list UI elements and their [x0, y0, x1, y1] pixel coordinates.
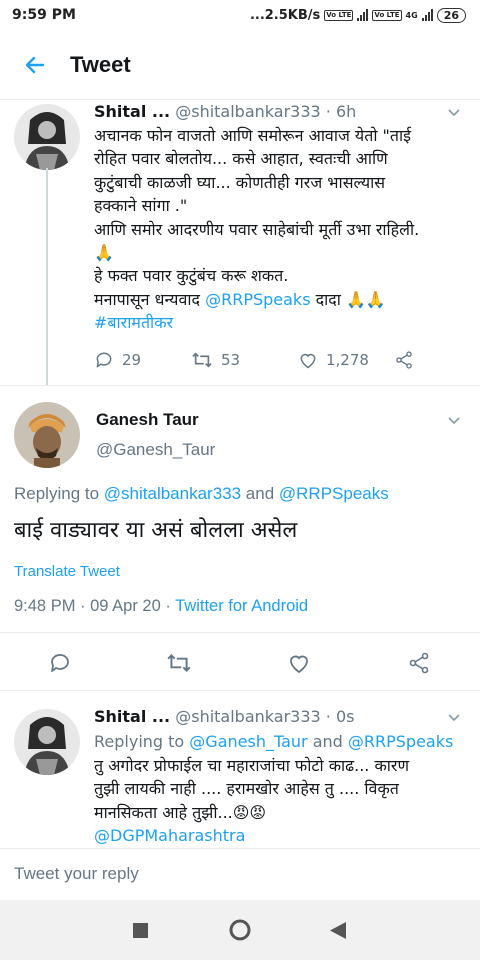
tweet-menu-button[interactable] — [446, 709, 462, 729]
heart-icon — [290, 655, 308, 674]
tweet-line: तुझी लायकी नाही .... हरामखोर आहेस तु ...… — [94, 779, 399, 799]
status-time: 9:59 PM — [12, 7, 76, 23]
tweet-time: · 6h — [325, 102, 357, 121]
mention-link[interactable]: @RRPSpeaks — [279, 484, 389, 503]
translate-tweet-link[interactable]: Translate Tweet — [14, 563, 120, 580]
tweet-menu-button[interactable] — [446, 104, 462, 124]
tweet-line: मनापासून धन्यवाद @RRPSpeaks दादा 🙏🙏 — [94, 289, 386, 309]
page-title: Tweet — [70, 51, 131, 77]
mention-link[interactable]: @shitalbankar333 — [104, 484, 241, 503]
tweet-text: अचानक फोन वाजतो आणि समोरून आवाज येतो "ता… — [94, 124, 470, 335]
volte-icon: Vo LTE — [324, 9, 354, 21]
like-button[interactable]: 1,278 — [298, 350, 394, 370]
heart-icon — [300, 353, 316, 369]
back-button[interactable] — [0, 53, 70, 77]
tweet-header: Shital ... @shitalbankar333 · 0s — [94, 707, 354, 726]
tweet-line: तु अगोदर प्रोफाईल चा महाराजांचा फोटो काढ… — [94, 756, 410, 775]
tweet-menu-button[interactable] — [446, 412, 462, 432]
share-button[interactable] — [394, 350, 414, 370]
triangle-back-icon — [330, 922, 346, 939]
tweet-line: अचानक फोन वाजतो आणि समोरून आवाज येतो "ता… — [94, 126, 412, 145]
author-handle[interactable]: @shitalbankar333 — [175, 707, 320, 726]
mention-link[interactable]: @RRPSpeaks — [205, 290, 310, 309]
network-speed: ...2.5KB/s — [249, 7, 321, 23]
retweet-icon — [192, 352, 212, 368]
tweet-time: · 0s — [325, 707, 355, 726]
focused-tweet: Ganesh Taur @Ganesh_Taur Replying to @sh… — [0, 385, 480, 691]
reply-icon — [96, 352, 112, 368]
source-link[interactable]: Twitter for Android — [175, 597, 308, 615]
mention-link[interactable]: @DGPMaharashtra — [94, 824, 470, 847]
tweet-line: 🙏 — [94, 243, 114, 263]
tweet-actions: 29 53 1,278 — [94, 350, 414, 370]
back-arrow-icon — [25, 56, 45, 73]
tweet-header: Shital ... @shitalbankar333 · 6h — [94, 102, 356, 121]
chevron-down-icon — [448, 109, 460, 117]
hashtag-link[interactable]: #बारामतीकर — [94, 311, 470, 334]
signal-icon — [357, 9, 369, 21]
parent-tweet[interactable]: Shital ... @shitalbankar333 · 6h अचानक फ… — [0, 100, 480, 385]
square-icon — [133, 923, 148, 938]
mention-link[interactable]: @RRPSpeaks — [348, 732, 453, 751]
recents-button[interactable] — [133, 923, 148, 942]
share-icon — [396, 351, 412, 369]
reply-composer[interactable]: Tweet your reply — [0, 848, 480, 900]
tweet-text: बाई वाड्यावर या असं बोलला असेल — [14, 518, 298, 543]
chevron-down-icon — [448, 417, 460, 425]
reply-tweet[interactable]: Shital ... @shitalbankar333 · 0s Replyin… — [0, 690, 480, 848]
retweet-button[interactable]: 53 — [191, 350, 298, 370]
replying-to: Replying to @shitalbankar333 and @RRPSpe… — [14, 484, 389, 503]
battery-icon: 26 — [436, 7, 466, 23]
like-button[interactable] — [287, 651, 311, 679]
tweet-line: हे फक्त पवार कुटुंबंच करू शकत. — [94, 266, 289, 286]
tweet-line: हक्काने सांगा ." — [94, 196, 188, 216]
tweet-line: कुटुंबाची काळजी घ्या... कोणतीही गरज भासल… — [94, 172, 386, 192]
share-icon — [409, 652, 429, 674]
tweet-text: तु अगोदर प्रोफाईल चा महाराजांचा फोटो काढ… — [94, 754, 470, 848]
retweet-icon — [167, 654, 191, 672]
back-nav-button[interactable] — [330, 922, 346, 943]
chevron-down-icon — [448, 714, 460, 722]
retweet-button[interactable] — [166, 651, 192, 679]
reply-icon — [51, 654, 69, 672]
retweet-count: 53 — [221, 351, 241, 369]
home-button[interactable] — [229, 919, 251, 945]
like-count: 1,278 — [326, 351, 369, 369]
signal-icon-2 — [421, 9, 433, 21]
volte-icon-2: Vo LTE — [372, 9, 402, 21]
circle-icon — [229, 919, 251, 941]
author-handle[interactable]: @Ganesh_Taur — [96, 440, 215, 460]
status-icons: ...2.5KB/s Vo LTE Vo LTE 4G 26 — [249, 7, 466, 23]
author-handle[interactable]: @shitalbankar333 — [175, 102, 320, 121]
avatar[interactable] — [14, 104, 80, 170]
thread-line — [46, 168, 48, 386]
replying-to: Replying to @Ganesh_Taur and @RRPSpeaks — [94, 732, 454, 751]
author-name[interactable]: Ganesh Taur — [96, 410, 199, 430]
share-button[interactable] — [407, 651, 431, 679]
network-type: 4G — [405, 10, 418, 20]
app-bar: Tweet — [0, 30, 480, 100]
mention-link[interactable]: @Ganesh_Taur — [189, 732, 307, 751]
avatar[interactable] — [14, 402, 80, 468]
author-name[interactable]: Shital ... — [94, 102, 170, 121]
tweet-actions — [0, 632, 480, 691]
reply-button[interactable] — [48, 651, 72, 679]
system-nav-bar — [0, 900, 480, 960]
reply-count: 29 — [122, 351, 142, 369]
status-bar: 9:59 PM ...2.5KB/s Vo LTE Vo LTE 4G 26 — [0, 0, 480, 30]
tweet-line: आणि समोर आदरणीय पवार साहेबांची मूर्ती उभ… — [94, 219, 420, 239]
avatar[interactable] — [14, 709, 80, 775]
tweet-line: रोहित पवार बोलतोय... कसे आहात, स्वतःची आ… — [94, 149, 388, 169]
tweet-meta: 9:48 PM · 09 Apr 20 · Twitter for Androi… — [14, 597, 309, 615]
reply-input[interactable]: Tweet your reply — [14, 864, 139, 884]
reply-button[interactable]: 29 — [94, 350, 191, 370]
tweet-line: मानसिकता आहे तुझी...😡😡 — [94, 802, 267, 822]
author-name[interactable]: Shital ... — [94, 707, 170, 726]
